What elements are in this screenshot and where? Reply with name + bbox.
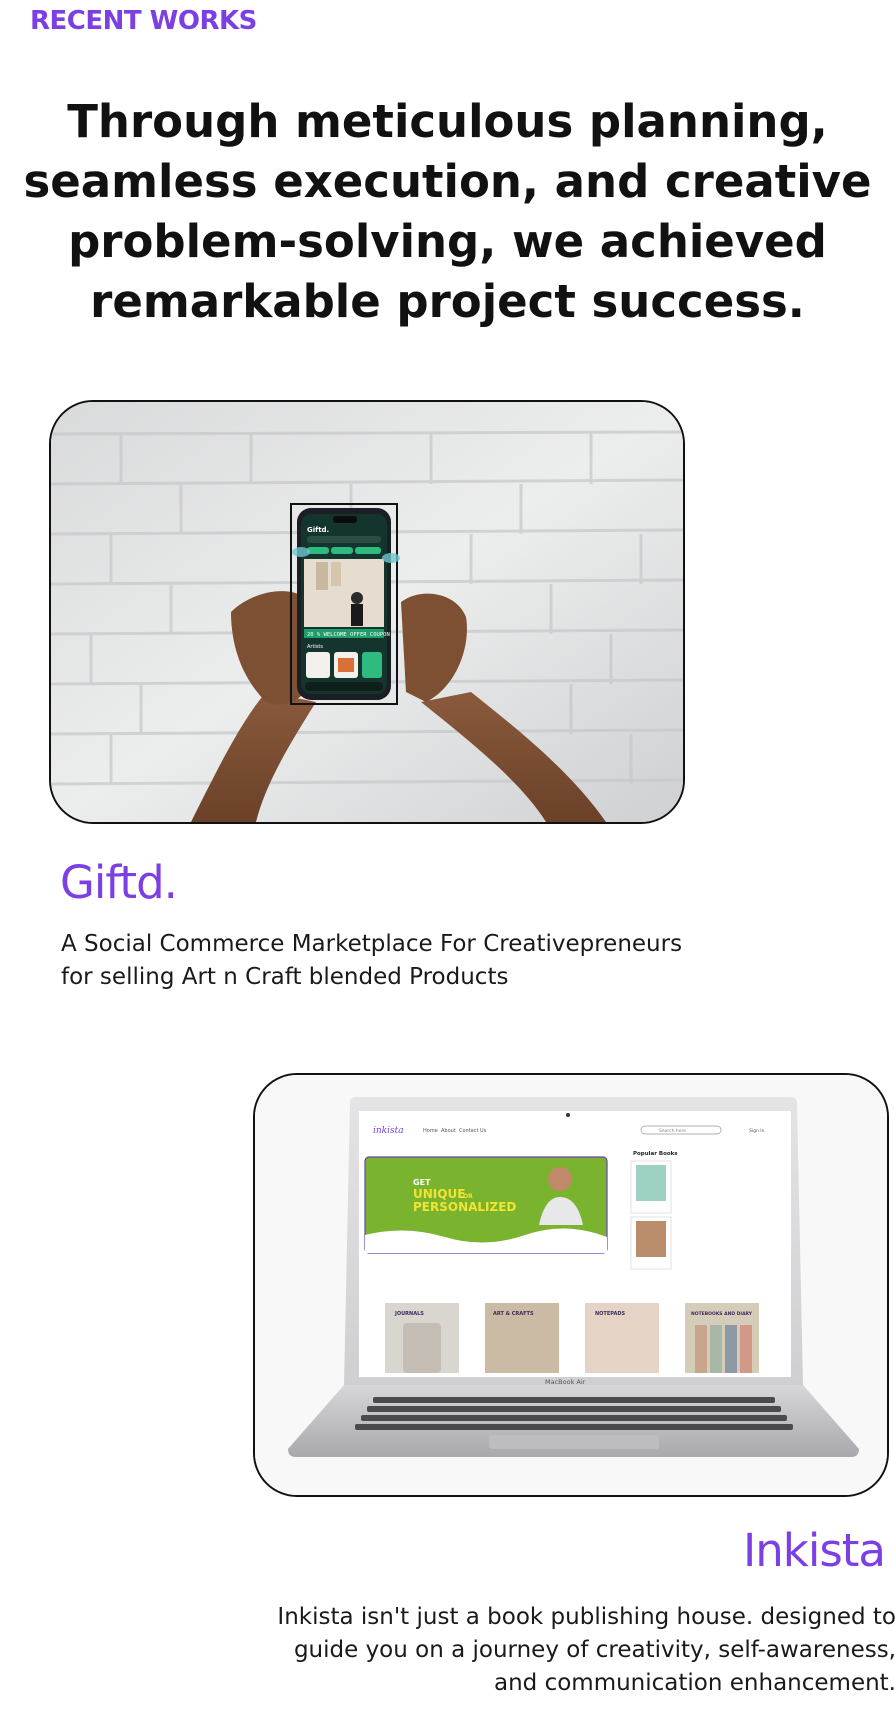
inkista-cat-notebooks: NOTEBOOKS AND DIARY [691, 1311, 753, 1317]
section-label: RECENT WORKS [30, 6, 257, 36]
inkista-cat-notepads: NOTEPADS [595, 1311, 625, 1317]
giftd-mockup: Giftd. 20 % WELCOME OFFER COUPON Artists [51, 402, 683, 822]
inkista-description: Inkista isn't just a book publishing hou… [277, 1604, 895, 1696]
inkista-hero-personalized: PERSONALIZED [413, 1200, 516, 1214]
headline: Through meticulous planning, seamless ex… [23, 95, 872, 328]
recent-works-page: RECENT WORKS Through meticulous planning… [0, 0, 895, 1727]
inkista-title[interactable]: Inkista [743, 1524, 886, 1577]
inkista-hero-or: OR [463, 1193, 473, 1200]
phone-section-text: Artists [307, 644, 323, 650]
inkista-sidebar-title: Popular Books [633, 1151, 678, 1157]
inkista-hero-unique: UNIQUE [413, 1187, 465, 1201]
giftd-description: A Social Commerce Marketplace For Creati… [61, 931, 683, 990]
laptop-brand: MacBook Air [545, 1378, 586, 1386]
inkista-nav-about: About [441, 1128, 456, 1134]
inkista-cat-art: ART & CRAFTS [493, 1311, 534, 1317]
giftd-title-dot: . [163, 856, 178, 909]
inkista-logo: inkista [373, 1126, 404, 1136]
phone-banner-text: 20 % WELCOME OFFER COUPON [307, 632, 390, 638]
inkista-mockup: inkista Home About Contact Us Search her… [255, 1075, 887, 1495]
giftd-title[interactable]: Giftd. [60, 856, 178, 909]
inkista-cat-journals: JOURNALS [394, 1311, 424, 1317]
inkista-nav-home: Home [423, 1128, 438, 1134]
inkista-project-image[interactable]: inkista Home About Contact Us Search her… [253, 1073, 889, 1497]
inkista-hero-get: GET [413, 1178, 431, 1187]
giftd-project-image[interactable]: Giftd. 20 % WELCOME OFFER COUPON Artists [49, 400, 685, 824]
giftd-title-text: Giftd [60, 856, 165, 909]
inkista-sign-in: Sign In [749, 1128, 765, 1134]
inkista-search-placeholder: Search here [659, 1128, 686, 1134]
phone-app-name: Giftd. [307, 526, 329, 534]
inkista-nav-contact: Contact Us [459, 1128, 487, 1134]
